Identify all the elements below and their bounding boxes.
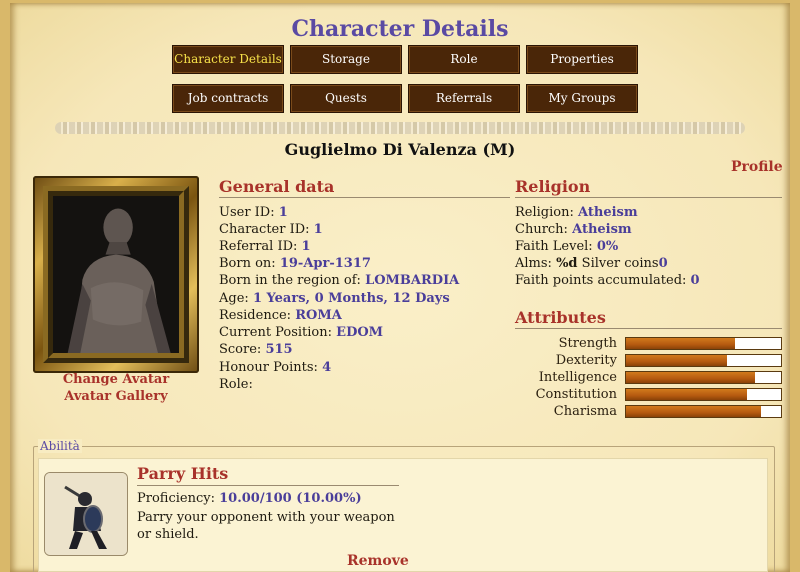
general-row-score: Score: 515 xyxy=(219,342,293,357)
avatar xyxy=(53,196,179,353)
attribute-bar-intelligence xyxy=(625,371,782,384)
religion-row-religion: Religion: Atheism xyxy=(515,205,638,220)
attribute-bar-dexterity xyxy=(625,354,782,367)
page-title: Character Details xyxy=(291,16,509,42)
religion-row-church: Church: Atheism xyxy=(515,222,632,237)
general-row-age: Age: 1 Years, 0 Months, 12 Days xyxy=(219,291,450,306)
general-row-born-on: Born on: 19-Apr-1317 xyxy=(219,256,371,271)
abilities-legend: Abilità xyxy=(38,439,82,453)
nav-properties[interactable]: Properties xyxy=(526,45,638,74)
nav-character-details[interactable]: Character Details xyxy=(172,45,284,74)
attribute-bar-fill xyxy=(626,389,747,400)
attribute-label-intelligence: Intelligence xyxy=(538,370,617,385)
avatar-gallery-link[interactable]: Avatar Gallery xyxy=(33,389,199,404)
attribute-bar-fill xyxy=(626,372,755,383)
religion-heading: Religion xyxy=(515,177,782,198)
general-data-heading: General data xyxy=(219,177,510,198)
general-row-current-position: Current Position: EDOM xyxy=(219,325,384,340)
general-row-residence: Residence: ROMA xyxy=(219,308,342,323)
attribute-bar-constitution xyxy=(625,388,782,401)
skill-proficiency: Proficiency: 10.00/100 (10.00%) xyxy=(137,491,362,506)
attribute-label-constitution: Constitution xyxy=(535,387,617,402)
skill-description: Parry your opponent with your weapon or … xyxy=(137,510,395,542)
religion-row-faith-level: Faith Level: 0% xyxy=(515,239,619,254)
attribute-bar-charisma xyxy=(625,405,782,418)
remove-skill-link[interactable]: Remove xyxy=(347,553,409,569)
general-row-referral-id: Referral ID: 1 xyxy=(219,239,311,254)
attribute-label-charisma: Charisma xyxy=(553,404,617,419)
nav-my-groups[interactable]: My Groups xyxy=(526,84,638,113)
nav-referrals[interactable]: Referrals xyxy=(408,84,520,113)
nav-quests[interactable]: Quests xyxy=(290,84,402,113)
profile-link[interactable]: Profile xyxy=(731,159,783,175)
skill-title: Parry Hits xyxy=(137,464,399,486)
change-avatar-link[interactable]: Change Avatar xyxy=(33,372,199,387)
attribute-label-dexterity: Dexterity xyxy=(555,353,617,368)
attributes-heading: Attributes xyxy=(515,308,782,329)
character-name: Guglielmo Di Valenza (M) xyxy=(284,140,516,159)
general-row-role: Role: xyxy=(219,377,253,392)
general-row-user-id: User ID: 1 xyxy=(219,205,288,220)
nav-job-contracts[interactable]: Job contracts xyxy=(172,84,284,113)
nav-role[interactable]: Role xyxy=(408,45,520,74)
religion-row-alms: Alms: %d Silver coins0 xyxy=(515,256,668,271)
attribute-bar-fill xyxy=(626,338,735,349)
attribute-label-strength: Strength xyxy=(558,336,617,351)
general-row-character-id: Character ID: 1 xyxy=(219,222,323,237)
avatar-frame xyxy=(33,176,199,373)
general-row-honour-points: Honour Points: 4 xyxy=(219,360,332,375)
religion-row-faith-points: Faith points accumulated: 0 xyxy=(515,273,700,288)
parry-hits-skill-image xyxy=(44,472,128,556)
attribute-bar-fill xyxy=(626,406,761,417)
attribute-bar-strength xyxy=(625,337,782,350)
nav-storage[interactable]: Storage xyxy=(290,45,402,74)
ornamental-divider xyxy=(55,122,745,134)
general-row-birth-region: Born in the region of: LOMBARDIA xyxy=(219,273,460,288)
attribute-bar-fill xyxy=(626,355,727,366)
